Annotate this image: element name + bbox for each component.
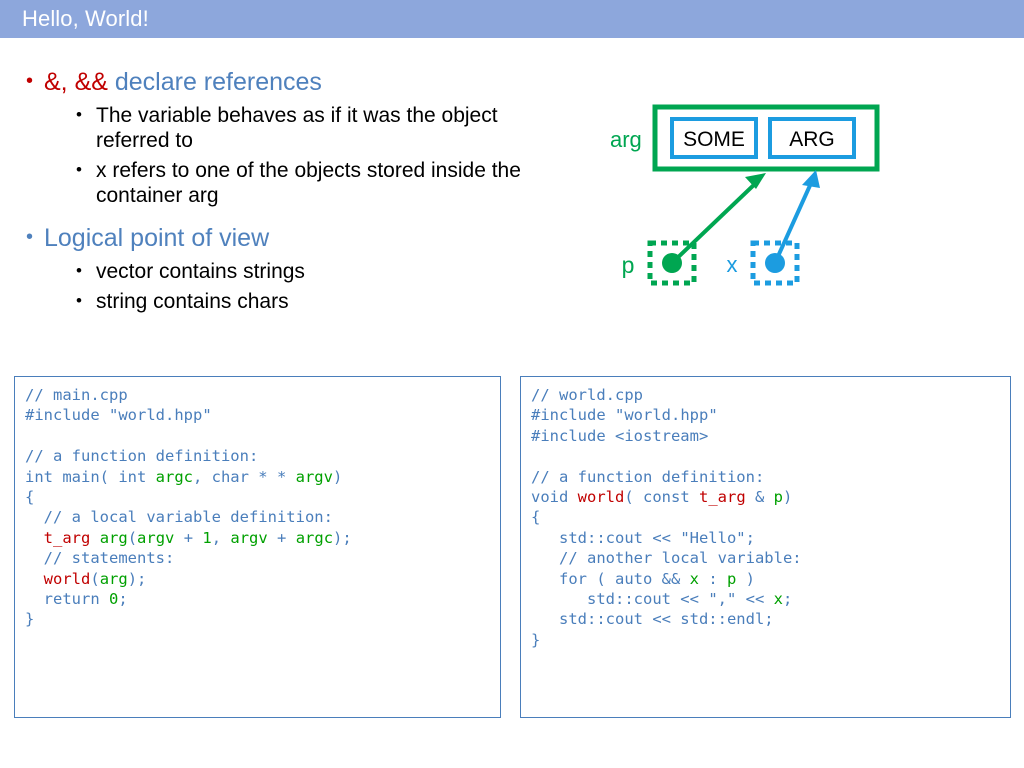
- code-token: std::cout << std::endl;: [531, 610, 774, 629]
- code-token: t_arg: [699, 488, 746, 507]
- code-token: &: [745, 488, 774, 507]
- code-token: // statements:: [25, 549, 175, 568]
- code-token: #include: [25, 406, 109, 425]
- code-token: argc: [295, 528, 334, 547]
- code-token: +: [267, 528, 296, 547]
- code-token: }: [25, 610, 35, 629]
- bullet-level2: The variable behaves as if it was the ob…: [18, 102, 538, 153]
- code-token: argc: [155, 467, 193, 486]
- pointer-arrow-x: [773, 180, 814, 264]
- code-token: std::cout <<: [531, 590, 709, 609]
- code-token: #include: [531, 406, 615, 425]
- code-token: x: [773, 590, 783, 609]
- code-token: , char * *: [192, 467, 296, 486]
- cell-label-some: SOME: [683, 128, 745, 151]
- code-token: }: [531, 630, 541, 649]
- bullet-level2: x refers to one of the objects stored in…: [18, 157, 538, 208]
- code-token: void: [531, 488, 578, 507]
- pointer-label-x: x: [727, 252, 738, 277]
- bullet-text-segment: declare references: [107, 68, 322, 96]
- pointer-arrow-p: [670, 179, 760, 265]
- code-token: "world.hpp": [109, 406, 212, 425]
- code-token: arg: [99, 528, 128, 547]
- code-text-main-cpp: // main.cpp #include "world.hpp" // a fu…: [15, 377, 500, 630]
- code-token: return: [25, 590, 109, 609]
- code-token: int main( int: [25, 467, 156, 486]
- code-token: arg: [99, 569, 128, 588]
- code-token: x: [689, 569, 699, 588]
- bullet-level1: Logical point of view: [18, 221, 538, 254]
- code-token: argv: [295, 467, 333, 486]
- page-title: Hello, World!: [22, 6, 149, 31]
- code-token: ): [332, 467, 343, 486]
- code-token: world: [577, 488, 625, 507]
- code-block-main-cpp: // main.cpp #include "world.hpp" // a fu…: [14, 376, 501, 718]
- pointer-dot-p: [662, 253, 682, 273]
- code-token: p: [726, 569, 737, 588]
- code-token: {: [25, 488, 35, 507]
- code-token: argv: [137, 528, 175, 547]
- reference-diagram: SOME ARG arg p x: [590, 95, 900, 295]
- code-token: for ( auto &&: [531, 569, 690, 588]
- code-token: );: [127, 569, 147, 588]
- cell-label-arg: ARG: [789, 128, 835, 151]
- code-token: p: [773, 488, 784, 507]
- bullet-list: &, && declare references The variable beh…: [18, 65, 538, 314]
- code-token: // main.cpp: [25, 386, 128, 404]
- code-token: #include <iostream>: [531, 426, 709, 445]
- code-token: +: [174, 528, 203, 547]
- code-token: t_arg: [43, 528, 91, 547]
- bullet-level1: &, && declare references: [18, 65, 538, 98]
- code-token: ",": [708, 590, 737, 609]
- code-token: );: [333, 528, 352, 547]
- container-label: arg: [610, 127, 642, 152]
- code-token: ;: [745, 528, 755, 547]
- code-token: (: [127, 528, 138, 547]
- pointer-label-p: p: [622, 252, 635, 278]
- code-token: ,: [211, 528, 231, 547]
- pointer-arrowhead-p: [745, 173, 766, 189]
- code-token: (: [90, 569, 100, 588]
- code-token: ): [783, 488, 793, 507]
- code-token: "world.hpp": [615, 406, 718, 425]
- code-token: // a function definition:: [25, 447, 259, 466]
- code-block-world-cpp: // world.cpp #include "world.hpp" #inclu…: [520, 376, 1011, 718]
- code-token: 1: [202, 528, 212, 547]
- slide-title-bar: Hello, World!: [0, 0, 1024, 38]
- bullet-level2: string contains chars: [18, 288, 538, 314]
- code-token: // world.cpp: [531, 386, 643, 404]
- bullet-text-segment: &, &&: [44, 68, 108, 96]
- pointer-dot-x: [765, 253, 785, 273]
- code-token: ): [736, 569, 755, 588]
- code-text-world-cpp: // world.cpp #include "world.hpp" #inclu…: [521, 377, 1010, 650]
- code-token: {: [531, 508, 541, 527]
- code-token: // a function definition:: [531, 467, 765, 486]
- code-token: // a local variable definition:: [25, 508, 333, 527]
- code-token: ;: [118, 590, 128, 609]
- code-token: world: [43, 569, 91, 588]
- code-token: argv: [230, 528, 268, 547]
- bullet-level2: vector contains strings: [18, 258, 538, 284]
- code-token: // another local variable:: [531, 549, 802, 568]
- bullet-text-segment: Logical point of view: [44, 224, 270, 252]
- code-token: "Hello": [680, 528, 746, 547]
- code-token: ;: [782, 590, 793, 609]
- code-token: :: [698, 569, 727, 588]
- pointer-arrowhead-x: [802, 170, 820, 188]
- code-token: 0: [109, 590, 119, 609]
- code-token: ( const: [624, 488, 699, 507]
- code-token: <<: [736, 590, 774, 609]
- code-token: std::cout <<: [531, 528, 681, 547]
